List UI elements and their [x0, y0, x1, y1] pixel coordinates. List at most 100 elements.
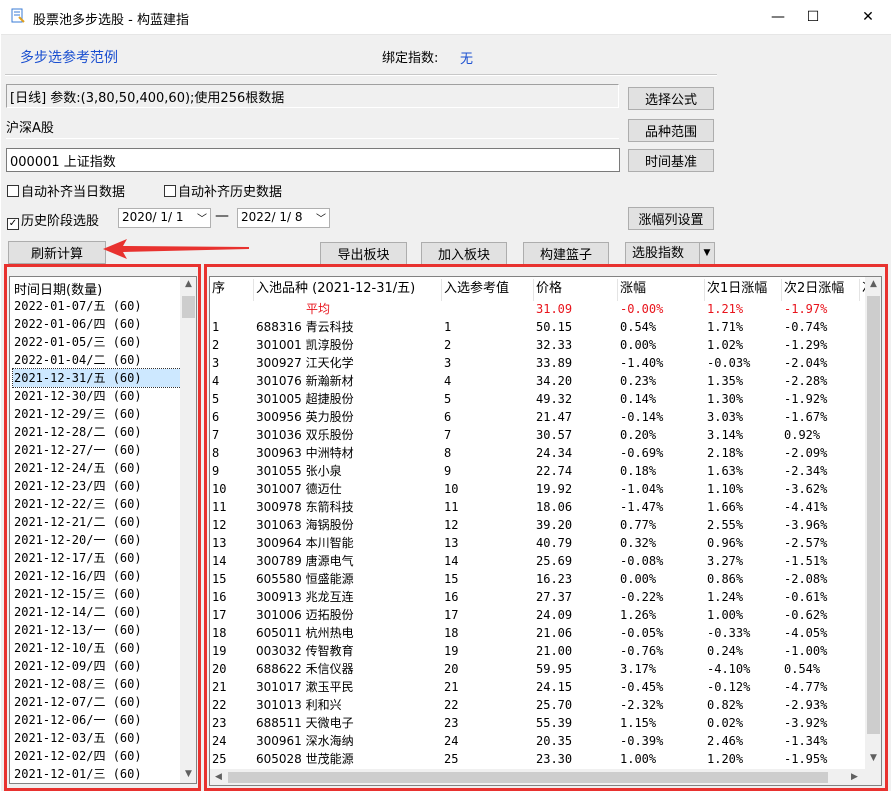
date-list-item[interactable]: 2021-12-14/二 (60) [13, 603, 181, 621]
scroll-left-icon[interactable]: ◀ [210, 772, 227, 782]
date-list-item[interactable]: 2021-12-21/二 (60) [13, 513, 181, 531]
table-row[interactable]: 19 003032 传智教育 19 21.00 -0.76% 0.24% -1.00% [210, 642, 868, 660]
date-list[interactable]: 时间日期(数量) 2022-01-07/五 (60) 2022-01-06/四 (… [9, 276, 197, 784]
chevron-down-icon[interactable]: ﹀ [197, 210, 207, 225]
bind-index-value[interactable]: 无 [460, 48, 473, 67]
scroll-right-icon[interactable]: ▶ [846, 772, 863, 782]
date-list-item[interactable]: 2021-12-31/五 (60) [12, 368, 182, 388]
table-row[interactable]: 7 301036 双乐股份 7 30.57 0.20% 3.14% 0.92% [210, 426, 868, 444]
table-row[interactable]: 10 301007 德迈仕 10 19.92 -1.04% 1.10% -3.62% [210, 480, 868, 498]
grid-average-row[interactable]: 平均 31.09 -0.00% 1.21% -1.97% [210, 300, 868, 318]
date-list-item[interactable]: 2022-01-05/三 (60) [13, 333, 181, 351]
date-list-item[interactable]: 2021-12-01/三 (60) [13, 765, 181, 783]
date-list-item[interactable]: 2021-12-30/四 (60) [13, 387, 181, 405]
formula-info-field: [日线] 参数:(3,80,50,400,60);使用256根数据 [6, 84, 619, 108]
scroll-thumb[interactable] [228, 772, 828, 783]
date-list-item[interactable]: 2021-12-24/五 (60) [13, 459, 181, 477]
table-row[interactable]: 13 300964 本川智能 13 40.79 0.32% 0.96% -2.57% [210, 534, 868, 552]
date-list-item[interactable]: 2021-12-27/一 (60) [13, 441, 181, 459]
grid-column-header[interactable]: 入池品种 (2021-12-31/五) [254, 279, 442, 301]
date-list-item[interactable]: 2021-12-13/一 (60) [13, 621, 181, 639]
auto-fill-today-checkbox[interactable]: 自动补齐当日数据 [7, 181, 125, 200]
scroll-thumb[interactable] [867, 296, 880, 734]
change-column-settings-button[interactable]: 涨幅列设置 [628, 207, 714, 230]
export-block-button[interactable]: 导出板块 [320, 242, 407, 265]
date-list-item[interactable]: 2022-01-07/五 (60) [13, 297, 181, 315]
date-list-item[interactable]: 2021-12-09/四 (60) [13, 657, 181, 675]
grid-column-header[interactable]: 次2日涨幅 [782, 279, 860, 301]
time-base-button[interactable]: 时间基准 [628, 149, 714, 172]
date-list-item[interactable]: 2021-12-20/一 (60) [13, 531, 181, 549]
date-list-item[interactable]: 2021-12-17/五 (60) [13, 549, 181, 567]
date-list-item[interactable]: 2021-12-15/三 (60) [13, 585, 181, 603]
grid-horizontal-scrollbar[interactable]: ◀ ▶ [210, 769, 865, 785]
history-stage-checkbox[interactable]: ✓ 历史阶段选股 [7, 210, 99, 230]
pick-index-split-button[interactable]: 选股指数 ▼ [625, 242, 715, 265]
build-basket-button[interactable]: 构建篮子 [523, 242, 609, 265]
date-list-item[interactable]: 2021-12-22/三 (60) [13, 495, 181, 513]
maximize-button[interactable]: ☐ [790, 0, 836, 34]
checkbox-box[interactable] [164, 185, 176, 197]
reference-example-link[interactable]: 多步选参考范例 [20, 47, 118, 67]
grid-column-header[interactable]: 价格 [534, 279, 618, 301]
date-list-scrollbar[interactable]: ▲ ▼ [180, 277, 196, 783]
table-row[interactable]: 20 688622 禾信仪器 20 59.95 3.17% -4.10% 0.54% [210, 660, 868, 678]
table-row[interactable]: 3 300927 江天化学 3 33.89 -1.40% -0.03% -2.04% [210, 354, 868, 372]
table-row[interactable]: 24 300961 深水海纳 24 20.35 -0.39% 2.46% -1.34% [210, 732, 868, 750]
table-row[interactable]: 11 300978 东箭科技 11 18.06 -1.47% 1.66% -4.41% [210, 498, 868, 516]
checkbox-box[interactable] [7, 185, 19, 197]
table-row[interactable]: 25 605028 世茂能源 25 23.30 1.00% 1.20% -1.95% [210, 750, 868, 768]
end-date-picker[interactable]: 2022/ 1/ 8 ﹀ [237, 208, 330, 228]
scroll-thumb[interactable] [182, 296, 195, 318]
table-row[interactable]: 9 301055 张小泉 9 22.74 0.18% 1.63% -2.34% [210, 462, 868, 480]
date-list-item[interactable]: 2021-12-29/三 (60) [13, 405, 181, 423]
date-list-item[interactable]: 2021-12-03/五 (60) [13, 729, 181, 747]
grid-column-header[interactable]: 次1日涨幅 [705, 279, 782, 301]
scroll-down-icon[interactable]: ▼ [865, 753, 881, 763]
grid-column-header[interactable]: 涨幅 [618, 279, 705, 301]
table-row[interactable]: 4 301076 新瀚新材 4 34.20 0.23% 1.35% -2.28% [210, 372, 868, 390]
date-list-item[interactable]: 2022-01-04/二 (60) [13, 351, 181, 369]
table-row[interactable]: 15 605580 恒盛能源 15 16.23 0.00% 0.86% -2.08% [210, 570, 868, 588]
table-row[interactable]: 17 301006 迈拓股份 17 24.09 1.26% 1.00% -0.62% [210, 606, 868, 624]
date-list-item[interactable]: 2021-12-06/一 (60) [13, 711, 181, 729]
add-block-button[interactable]: 加入板块 [421, 242, 507, 265]
refresh-calc-button[interactable]: 刷新计算 [8, 241, 106, 264]
grid-column-header[interactable]: 入选参考值 [442, 279, 534, 301]
table-row[interactable]: 22 301013 利和兴 22 25.70 -2.32% 0.82% -2.93% [210, 696, 868, 714]
table-row[interactable]: 21 301017 漱玉平民 21 24.15 -0.45% -0.12% -4.77% [210, 678, 868, 696]
table-row[interactable]: 14 300789 唐源电气 14 25.69 -0.08% 3.27% -1.51% [210, 552, 868, 570]
table-row[interactable]: 5 301005 超捷股份 5 49.32 0.14% 1.30% -1.92% [210, 390, 868, 408]
table-row[interactable]: 12 301063 海锅股份 12 39.20 0.77% 2.55% -3.96% [210, 516, 868, 534]
grid-column-header[interactable]: 序 [210, 279, 254, 301]
triangle-down-icon[interactable]: ▼ [699, 243, 714, 264]
checkbox-checked-box[interactable]: ✓ [7, 218, 19, 230]
table-row[interactable]: 16 300913 兆龙互连 16 27.37 -0.22% 1.24% -0.61% [210, 588, 868, 606]
scroll-up-icon[interactable]: ▲ [865, 279, 881, 289]
table-row[interactable]: 1 688316 青云科技 1 50.15 0.54% 1.71% -0.74% [210, 318, 868, 336]
scroll-up-icon[interactable]: ▲ [180, 279, 196, 289]
select-formula-button[interactable]: 选择公式 [628, 87, 714, 110]
date-list-item[interactable]: 2021-12-16/四 (60) [13, 567, 181, 585]
table-row[interactable]: 2 301001 凯淳股份 2 32.33 0.00% 1.02% -1.29% [210, 336, 868, 354]
scroll-down-icon[interactable]: ▼ [180, 769, 196, 779]
date-list-item[interactable]: 2021-12-28/二 (60) [13, 423, 181, 441]
date-list-item[interactable]: 2021-12-23/四 (60) [13, 477, 181, 495]
date-list-item[interactable]: 2021-12-08/三 (60) [13, 675, 181, 693]
close-button[interactable]: ✕ [845, 0, 891, 34]
table-row[interactable]: 8 300963 中洲特材 8 24.34 -0.69% 2.18% -2.09% [210, 444, 868, 462]
table-row[interactable]: 23 688511 天微电子 23 55.39 1.15% 0.02% -3.92% [210, 714, 868, 732]
result-grid[interactable]: 序入池品种 (2021-12-31/五)入选参考值价格涨幅次1日涨幅次2日涨幅次… [209, 276, 882, 786]
table-row[interactable]: 6 300956 英力股份 6 21.47 -0.14% 3.03% -1.67% [210, 408, 868, 426]
date-list-item[interactable]: 2021-12-10/五 (60) [13, 639, 181, 657]
auto-fill-history-checkbox[interactable]: 自动补齐历史数据 [164, 181, 282, 200]
stock-range-button[interactable]: 品种范围 [628, 119, 714, 142]
start-date-picker[interactable]: 2020/ 1/ 1 ﹀ [118, 208, 211, 228]
table-row[interactable]: 18 605011 杭州热电 18 21.06 -0.05% -0.33% -4.05% [210, 624, 868, 642]
date-list-item[interactable]: 2021-12-02/四 (60) [13, 747, 181, 765]
grid-vertical-scrollbar[interactable]: ▲ ▼ [865, 277, 881, 769]
date-list-item[interactable]: 2021-12-07/二 (60) [13, 693, 181, 711]
base-index-input[interactable]: 000001 上证指数 [6, 148, 620, 172]
chevron-down-icon[interactable]: ﹀ [316, 210, 326, 225]
date-list-item[interactable]: 2022-01-06/四 (60) [13, 315, 181, 333]
